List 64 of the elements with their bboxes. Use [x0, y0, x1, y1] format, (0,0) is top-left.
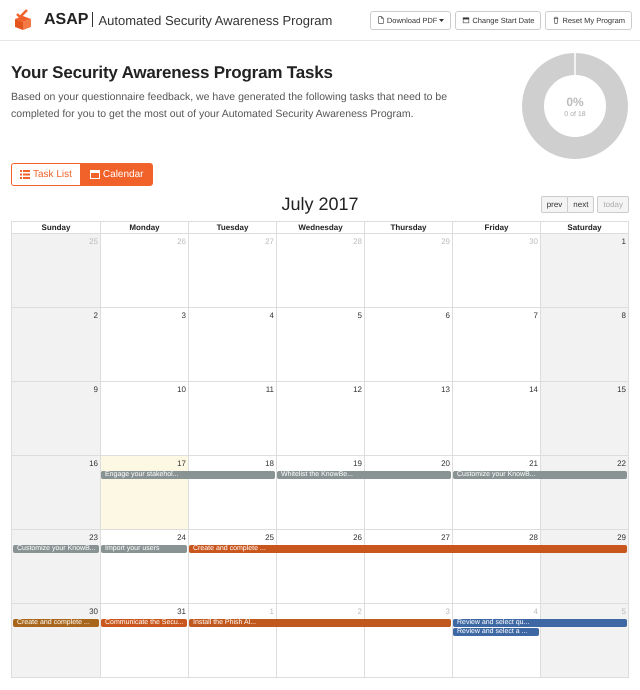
day-number: 13 [440, 384, 451, 396]
list-icon [20, 170, 30, 179]
day-number: 26 [176, 236, 187, 248]
brand-name: ASAP [44, 11, 88, 29]
day-number: 28 [528, 532, 539, 544]
day-number: 9 [92, 384, 99, 396]
day-number: 14 [528, 384, 539, 396]
day-number: 23 [88, 532, 99, 544]
day-number: 8 [620, 310, 627, 322]
day-number: 5 [356, 310, 363, 322]
day-number: 29 [440, 236, 451, 248]
day-number: 19 [352, 458, 363, 470]
calendar-icon [462, 16, 470, 24]
day-number: 31 [176, 606, 187, 618]
day-number: 17 [176, 458, 187, 470]
day-number: 26 [352, 532, 363, 544]
weekday-header: Saturday [540, 222, 628, 233]
view-tab[interactable]: Task List [11, 162, 81, 186]
nav-button[interactable]: prev [540, 196, 568, 213]
day-number: 3 [444, 606, 451, 618]
day-number: 24 [176, 532, 187, 544]
trash-icon [552, 16, 560, 24]
day-number: 1 [268, 606, 275, 618]
caret-icon [439, 18, 444, 22]
day-number: 4 [268, 310, 275, 322]
weekday-header: Tuesday [188, 222, 276, 233]
nav-button[interactable]: next [567, 196, 594, 213]
logo-icon [12, 9, 34, 31]
day-number: 12 [352, 384, 363, 396]
day-number: 1 [620, 236, 627, 248]
app-title: Automated Security Awareness Program [92, 12, 332, 28]
day-number: 18 [264, 458, 275, 470]
day-number: 30 [528, 236, 539, 248]
day-number: 20 [440, 458, 451, 470]
day-number: 6 [444, 310, 451, 322]
day-number: 28 [352, 236, 363, 248]
day-number: 15 [616, 384, 627, 396]
weekday-header: Monday [100, 222, 188, 233]
day-number: 2 [356, 606, 363, 618]
day-number: 3 [180, 310, 187, 322]
day-number: 11 [264, 384, 275, 396]
day-number: 27 [440, 532, 451, 544]
month-title: July 2017 [281, 194, 359, 215]
day-number: 4 [532, 606, 539, 618]
day-number: 30 [88, 606, 99, 618]
calendar-icon [90, 169, 100, 180]
day-number: 29 [616, 532, 627, 544]
weekday-header: Thursday [364, 222, 452, 233]
day-number: 27 [264, 236, 275, 248]
day-number: 16 [88, 458, 99, 470]
view-tab[interactable]: Calendar [80, 162, 152, 186]
weekday-header: Wednesday [276, 222, 364, 233]
file-icon [376, 16, 385, 24]
page-title: Your Security Awareness Program Tasks [11, 63, 334, 83]
day-number: 10 [176, 384, 187, 396]
day-number: 21 [528, 458, 539, 470]
progress-percent: 0% [566, 94, 584, 108]
weekday-header: Friday [452, 222, 540, 233]
day-number: 7 [532, 310, 539, 322]
weekday-header: Sunday [40, 222, 72, 233]
day-number: 2 [92, 310, 99, 322]
day-number: 22 [616, 458, 627, 470]
day-number: 25 [264, 532, 275, 544]
intro-text: Based on your questionnaire feedback, we have generated the following tasks that need to be completed for you to get the most out of your Automated Security Awareness Program. [11, 90, 448, 122]
